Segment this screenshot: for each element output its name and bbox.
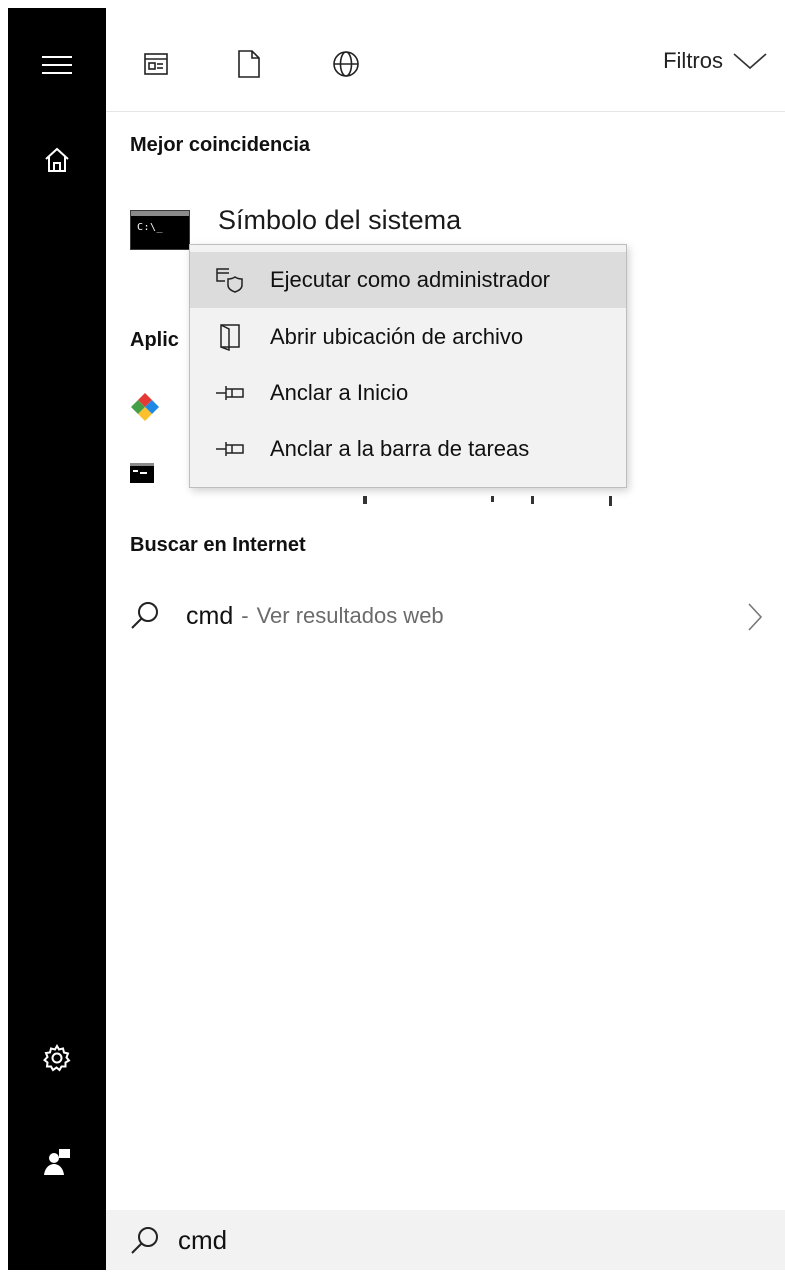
window-edge [0,0,8,1278]
best-match-heading: Mejor coincidencia [130,134,311,156]
hamburger-menu-button[interactable] [8,35,106,95]
web-search-heading: Buscar en Internet [130,534,306,556]
context-menu-item-pin-start[interactable]: Anclar a Inicio [190,365,626,421]
context-menu-label: Anclar a la barra de tareas [270,436,530,461]
app-result-item[interactable] [130,463,170,503]
user-account-button[interactable] [8,1132,106,1192]
apps-filter-button[interactable] [138,46,174,82]
app-result-item[interactable] [130,392,170,432]
filters-dropdown[interactable]: Filtros [663,48,767,74]
search-results-panel: Filtros Mejor coincidencia C:\_ Símbolo … [106,8,785,1270]
pin-icon [216,442,244,456]
filters-label: Filtros [663,48,723,73]
web-filter-button[interactable] [328,46,364,82]
context-menu-item-pin-taskbar[interactable]: Anclar a la barra de tareas [190,421,626,477]
context-menu-item-run-as-admin[interactable]: Ejecutar como administrador [190,252,626,308]
context-menu-label: Abrir ubicación de archivo [270,324,524,349]
context-menu-label: Anclar a Inicio [270,380,409,405]
app-window-icon [144,53,168,75]
filter-toolbar: Filtros [106,8,785,112]
hamburger-icon [42,56,72,74]
best-match-title: Símbolo del sistema [218,205,462,235]
context-menu-item-open-location[interactable]: Abrir ubicación de archivo [190,309,626,365]
web-result-query: cmd [186,601,234,630]
context-menu-label: Ejecutar como administrador [270,267,551,292]
user-icon [44,1149,70,1175]
pin-icon [216,386,244,400]
settings-button[interactable] [8,1028,106,1088]
web-result-subtitle: Ver resultados web [256,603,444,628]
home-icon [45,147,69,172]
document-icon [238,50,260,78]
home-button[interactable] [8,130,106,190]
apps-heading: Aplic [130,329,179,351]
web-result-separator: - [241,603,249,628]
search-bar[interactable] [106,1210,785,1270]
search-input[interactable] [178,1224,678,1256]
command-prompt-icon: C:\_ [130,210,190,250]
clipped-text-remnant [363,496,612,506]
console-icon [130,463,154,483]
globe-icon [333,51,359,77]
open-file-location-icon [220,324,240,351]
search-icon [131,602,158,629]
chevron-right-icon [748,603,763,631]
chevron-down-icon [733,53,767,70]
app-diamond-icon [131,393,159,421]
documents-filter-button[interactable] [231,46,267,82]
web-search-result[interactable]: cmd - Ver resultados web [106,586,785,646]
search-icon [131,1227,158,1254]
gear-icon [43,1044,71,1072]
context-menu: Ejecutar como administrador Abrir ubicac… [189,244,627,488]
run-as-admin-icon [216,268,243,293]
command-prompt-icon-text: C:\_ [137,222,164,233]
sidebar [8,8,106,1270]
